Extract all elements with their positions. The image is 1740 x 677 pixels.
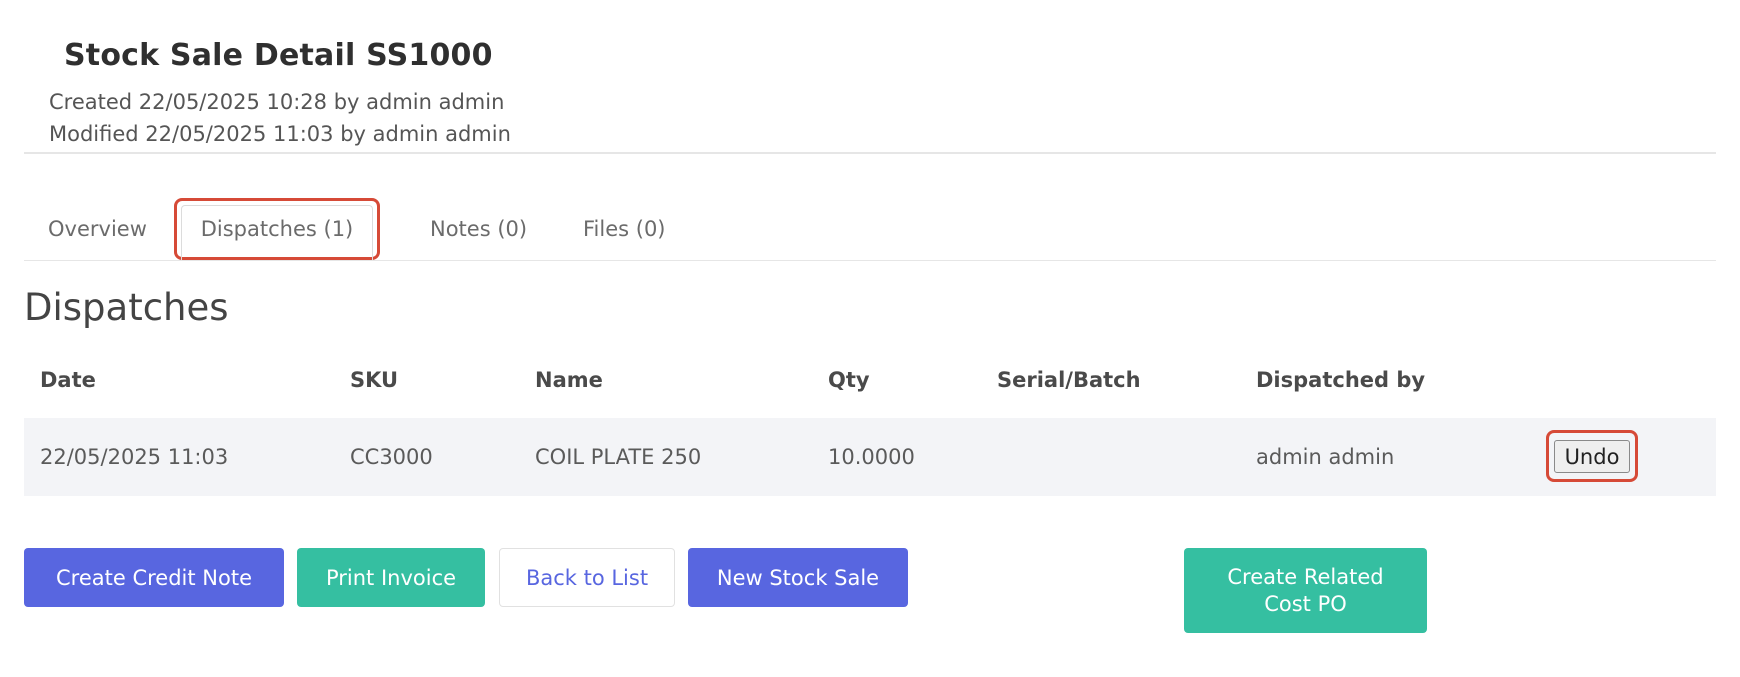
- tab-dispatches-label: Dispatches (1): [200, 217, 354, 241]
- cell-sku: CC3000: [350, 445, 433, 469]
- tab-overview[interactable]: Overview: [24, 198, 171, 260]
- modified-info: Modified 22/05/2025 11:03 by admin admin: [49, 122, 511, 146]
- back-to-list-button[interactable]: Back to List: [499, 548, 675, 607]
- dispatches-table: Date SKU Name Qty Serial/Batch Dispatche…: [24, 350, 1716, 496]
- column-header-name: Name: [535, 368, 603, 392]
- page-title: Stock Sale Detail SS1000: [64, 38, 493, 73]
- create-related-cost-po-button[interactable]: Create Related Cost PO: [1184, 548, 1427, 633]
- undo-highlight: Undo: [1546, 430, 1638, 482]
- tab-bar: Overview Dispatches (1) Notes (0) Files …: [24, 198, 1716, 261]
- print-invoice-button[interactable]: Print Invoice: [297, 548, 485, 607]
- tab-notes[interactable]: Notes (0): [406, 198, 551, 260]
- column-header-date: Date: [40, 368, 96, 392]
- cell-name: COIL PLATE 250: [535, 445, 702, 469]
- column-header-dispatched-by: Dispatched by: [1256, 368, 1426, 392]
- column-header-qty: Qty: [828, 368, 870, 392]
- new-stock-sale-button[interactable]: New Stock Sale: [688, 548, 908, 607]
- cell-dispatched-by: admin admin: [1256, 445, 1395, 469]
- table-row: 22/05/2025 11:03 CC3000 COIL PLATE 250 1…: [24, 418, 1716, 496]
- created-info: Created 22/05/2025 10:28 by admin admin: [49, 90, 505, 114]
- table-header: Date SKU Name Qty Serial/Batch Dispatche…: [24, 350, 1716, 410]
- header-divider: [24, 152, 1716, 154]
- column-header-sku: SKU: [350, 368, 399, 392]
- column-header-serial-batch: Serial/Batch: [997, 368, 1141, 392]
- create-credit-note-button[interactable]: Create Credit Note: [24, 548, 284, 607]
- undo-button[interactable]: Undo: [1554, 440, 1630, 473]
- cell-date: 22/05/2025 11:03: [40, 445, 229, 469]
- tab-files[interactable]: Files (0): [559, 198, 690, 260]
- cell-qty: 10.0000: [828, 445, 915, 469]
- tab-dispatches[interactable]: Dispatches (1): [174, 198, 380, 260]
- section-title: Dispatches: [24, 286, 229, 329]
